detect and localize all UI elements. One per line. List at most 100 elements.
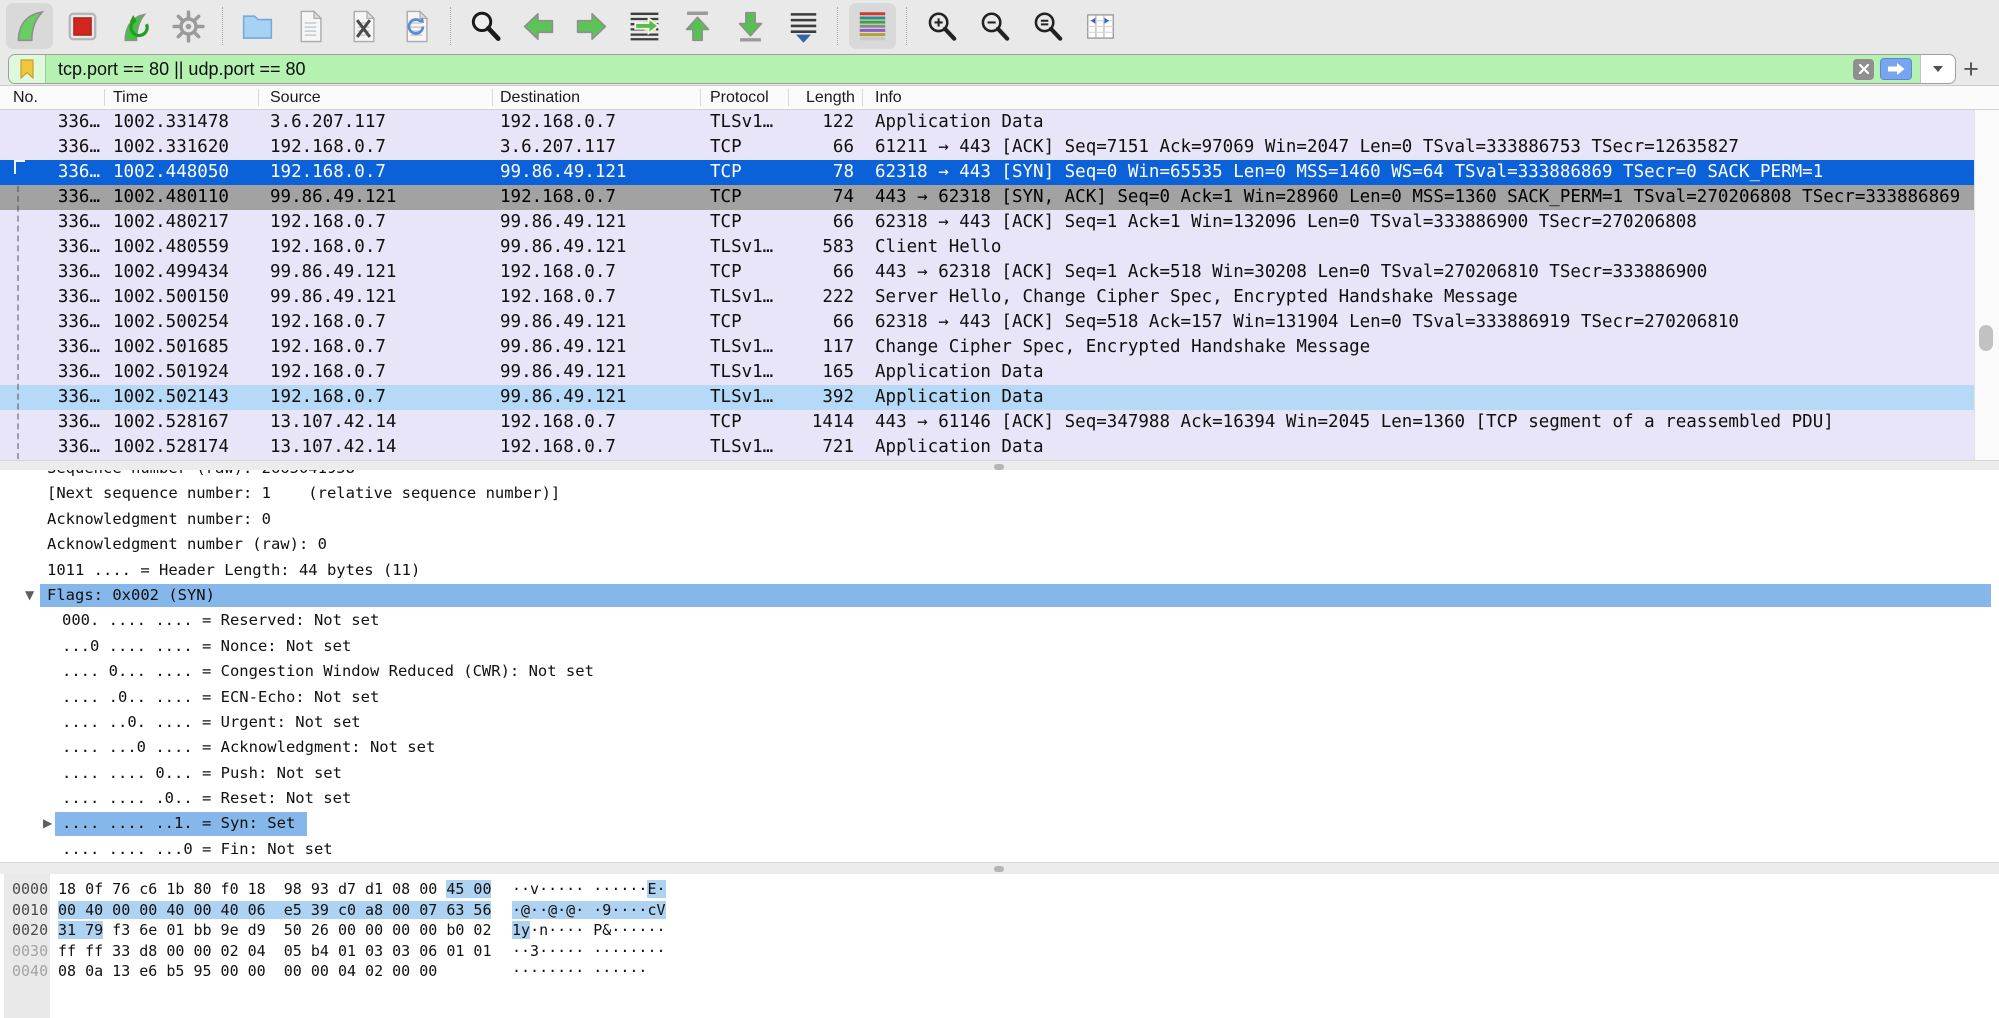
detail-line[interactable]: ▶ .... .... ..1. = Syn: Set [0, 811, 1999, 836]
hex-row[interactable]: 000018 0f 76 c6 1b 80 f0 18 98 93 d7 d1 … [0, 879, 1999, 900]
detail-line[interactable]: .... .... 0... = Push: Not set [0, 761, 1999, 786]
column-header-protocol[interactable]: Protocol [710, 86, 769, 109]
hex-bytes[interactable]: 08 0a 13 e6 b5 95 00 00 00 00 04 02 00 0… [58, 961, 437, 982]
display-filter-input[interactable] [46, 59, 1853, 80]
hex-bytes[interactable]: 18 0f 76 c6 1b 80 f0 18 98 93 d7 d1 08 0… [58, 879, 491, 900]
hex-bytes[interactable]: 31 79 f3 6e 01 bb 9e d9 50 26 00 00 00 0… [58, 920, 491, 941]
column-divider[interactable] [258, 89, 259, 106]
splitter-handle[interactable] [994, 866, 1004, 872]
column-divider[interactable] [788, 89, 789, 106]
detail-line[interactable]: Acknowledgment number: 0 [0, 507, 1999, 532]
pane-splitter-top[interactable] [0, 460, 1999, 470]
vertical-scrollbar-thumb[interactable] [1979, 325, 1993, 351]
detail-line[interactable]: ...0 .... .... = Nonce: Not set [0, 634, 1999, 659]
open-capture-file-button[interactable] [234, 3, 281, 49]
column-divider[interactable] [104, 89, 105, 106]
detail-line[interactable]: .... .... .0.. = Reset: Not set [0, 786, 1999, 811]
resize-columns-button[interactable] [1077, 3, 1124, 49]
packet-row[interactable]: 336…1002.3314783.6.207.117192.168.0.7TLS… [0, 110, 1974, 135]
hex-row[interactable]: 001000 40 00 00 40 00 40 06 e5 39 c0 a8 … [0, 900, 1999, 921]
detail-line[interactable]: Sequence number (raw): 2665041958 [0, 470, 1999, 481]
detail-line[interactable]: 1011 .... = Header Length: 44 bytes (11) [0, 558, 1999, 583]
detail-line[interactable]: .... ..0. .... = Urgent: Not set [0, 710, 1999, 735]
hex-row[interactable]: 004008 0a 13 e6 b5 95 00 00 00 00 04 02 … [0, 961, 1999, 982]
column-header-no[interactable]: No. [13, 86, 38, 109]
go-to-last-packet-button[interactable] [727, 3, 774, 49]
capture-options-button[interactable] [165, 3, 212, 49]
ascii-bytes[interactable]: ········ ······ [512, 961, 647, 982]
detail-text: .... .... 0... = Push: Not set [62, 764, 342, 782]
packet-row[interactable]: 336…1002.50015099.86.49.121192.168.0.7TL… [0, 285, 1974, 310]
column-header-time[interactable]: Time [113, 86, 148, 109]
column-divider[interactable] [700, 89, 701, 106]
packet-row[interactable]: 336…1002.49943499.86.49.121192.168.0.7TC… [0, 260, 1974, 285]
ascii-bytes[interactable]: ··3····· ········ [512, 941, 666, 962]
detail-text: Acknowledgment number: 0 [47, 510, 271, 528]
filter-apply-button[interactable] [1880, 58, 1912, 80]
go-to-previous-packet-button[interactable] [515, 3, 562, 49]
packet-list-scrollbar[interactable] [1974, 110, 1999, 460]
filter-history-dropdown[interactable] [1920, 55, 1955, 83]
hex-row[interactable]: 002031 79 f3 6e 01 bb 9e d9 50 26 00 00 … [0, 920, 1999, 941]
filter-bookmark-button[interactable] [9, 55, 46, 83]
packet-row[interactable]: 336…1002.500254192.168.0.799.86.49.121TC… [0, 310, 1974, 335]
cell-time: 1002.501924 [113, 360, 229, 385]
ascii-bytes[interactable]: ·@··@·@· ·9····cV [512, 900, 666, 921]
restart-capture-button[interactable] [112, 3, 159, 49]
column-divider[interactable] [862, 89, 863, 106]
hex-bytes[interactable]: 00 40 00 00 40 00 40 06 e5 39 c0 a8 00 0… [58, 900, 491, 921]
start-capture-button[interactable] [6, 3, 53, 49]
packet-row[interactable]: 336…1002.480217192.168.0.799.86.49.121TC… [0, 210, 1974, 235]
column-header-length[interactable]: Length [806, 86, 856, 109]
detail-line[interactable]: .... ...0 .... = Acknowledgment: Not set [0, 735, 1999, 760]
detail-line[interactable]: .... .... ...0 = Fin: Not set [0, 837, 1999, 862]
detail-line[interactable]: ▼Flags: 0x002 (SYN) [0, 583, 1999, 608]
cell-protocol: TCP [710, 310, 742, 335]
add-filter-button[interactable]: + [1957, 55, 1985, 83]
cell-time: 1002.499434 [113, 260, 229, 285]
go-to-packet-button[interactable] [621, 3, 668, 49]
hex-bytes[interactable]: ff ff 33 d8 00 00 02 04 05 b4 01 03 03 0… [58, 941, 491, 962]
detail-line[interactable]: [Next sequence number: 1 (relative seque… [0, 481, 1999, 506]
packet-row[interactable]: 336…1002.52816713.107.42.14192.168.0.7TC… [0, 410, 1974, 435]
stop-capture-button[interactable] [59, 3, 106, 49]
packet-row[interactable]: 336…1002.501685192.168.0.799.86.49.121TL… [0, 335, 1974, 360]
reload-capture-file-button[interactable] [393, 3, 440, 49]
zoom-reset-button[interactable] [1024, 3, 1071, 49]
ascii-bytes[interactable]: 1y·n···· P&······ [512, 920, 666, 941]
detail-line[interactable]: .... .0.. .... = ECN-Echo: Not set [0, 685, 1999, 710]
expand-expander-icon[interactable]: ▶ [43, 811, 52, 836]
go-to-next-packet-button[interactable] [568, 3, 615, 49]
packet-row[interactable]: 336…1002.448050192.168.0.799.86.49.121TC… [0, 160, 1974, 185]
colorize-packets-button[interactable] [849, 3, 896, 49]
hex-row[interactable]: 0030ff ff 33 d8 00 00 02 04 05 b4 01 03 … [0, 941, 1999, 962]
packet-row[interactable]: 336…1002.48011099.86.49.121192.168.0.7TC… [0, 185, 1974, 210]
detail-line[interactable]: 000. .... .... = Reserved: Not set [0, 608, 1999, 633]
auto-scroll-button[interactable] [780, 3, 827, 49]
collapse-expander-icon[interactable]: ▼ [25, 583, 34, 608]
column-header-info[interactable]: Info [875, 86, 902, 109]
pane-splitter-bottom[interactable] [0, 862, 1999, 874]
detail-line[interactable]: .... 0... .... = Congestion Window Reduc… [0, 659, 1999, 684]
detail-line[interactable]: Acknowledgment number (raw): 0 [0, 532, 1999, 557]
column-header-source[interactable]: Source [270, 86, 321, 109]
packet-row[interactable]: 336…1002.52817413.107.42.14192.168.0.7TL… [0, 435, 1974, 460]
packet-row[interactable]: 336…1002.480559192.168.0.799.86.49.121TL… [0, 235, 1974, 260]
find-packet-button[interactable] [462, 3, 509, 49]
cell-source: 192.168.0.7 [270, 210, 386, 235]
packet-row[interactable]: 336…1002.502143192.168.0.799.86.49.121TL… [0, 385, 1974, 410]
save-capture-file-button[interactable] [287, 3, 334, 49]
zoom-in-button[interactable] [918, 3, 965, 49]
column-header-destination[interactable]: Destination [500, 86, 580, 109]
detail-text: .... .... ..1. = Syn: Set [62, 814, 295, 832]
ascii-bytes[interactable]: ··v····· ······E· [512, 879, 666, 900]
column-divider[interactable] [492, 89, 493, 106]
go-to-first-packet-button[interactable] [674, 3, 721, 49]
zoom-out-button[interactable] [971, 3, 1018, 49]
packet-row[interactable]: 336…1002.501924192.168.0.799.86.49.121TL… [0, 360, 1974, 385]
packet-row[interactable]: 336…1002.331620192.168.0.73.6.207.117TCP… [0, 135, 1974, 160]
close-capture-file-button[interactable] [340, 3, 387, 49]
toolbar-separator [450, 7, 452, 45]
detail-text: Sequence number (raw): 2665041958 [47, 470, 355, 477]
filter-clear-button[interactable] [1853, 59, 1874, 80]
